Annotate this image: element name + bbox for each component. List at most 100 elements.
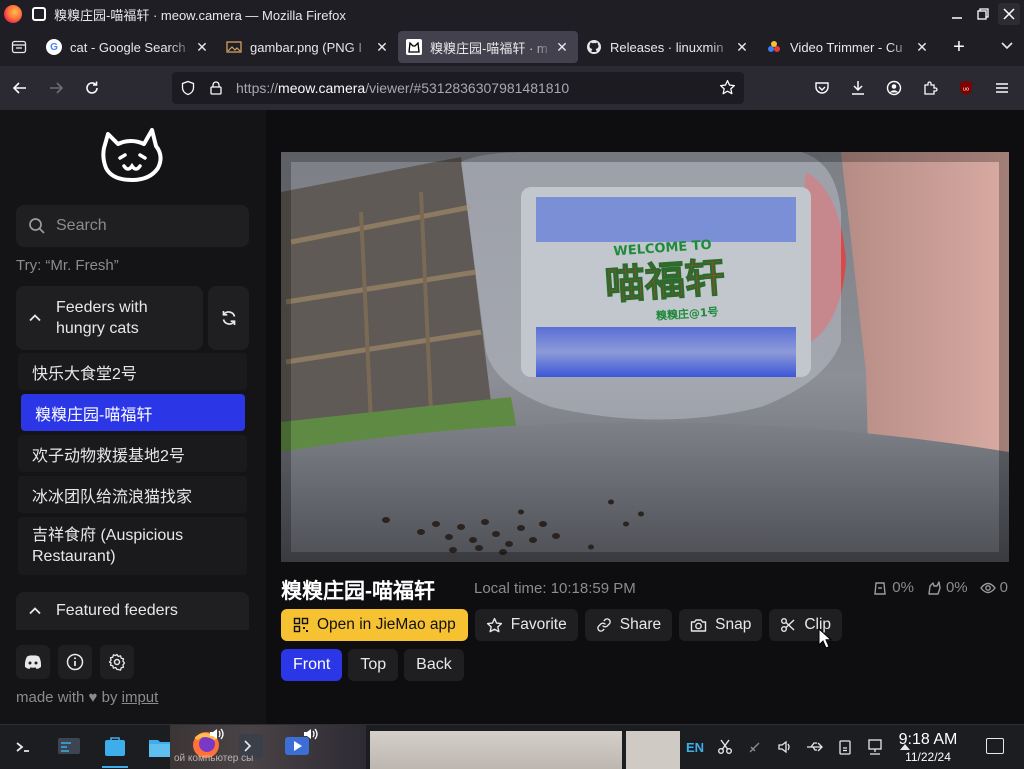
app-menu-button[interactable] — [986, 72, 1018, 104]
feeder-list: 快乐大食堂2号 糗糗庄园-喵福轩 欢子动物救援基地2号 冰冰团队给流浪猫找家 吉… — [16, 353, 249, 579]
taskbar-window-preview[interactable] — [370, 731, 622, 769]
account-button[interactable] — [878, 72, 910, 104]
scissors-icon — [781, 618, 795, 632]
featured-feeders-toggle[interactable]: Featured feeders — [16, 592, 249, 630]
view-top-button[interactable]: Top — [348, 649, 399, 681]
cat-activity-stat: 0% — [926, 579, 968, 596]
open-in-app-button[interactable]: Open in JieMao app — [281, 609, 468, 641]
viewers-value: 0 — [999, 579, 1008, 596]
minimize-button[interactable] — [946, 3, 968, 25]
open-in-app-label: Open in JieMao app — [317, 616, 456, 633]
close-window-button[interactable] — [998, 3, 1020, 25]
tab-label: cat - Google Search — [70, 39, 186, 55]
taskbar-store-app[interactable] — [92, 725, 138, 769]
app-launcher-button[interactable] — [0, 725, 46, 769]
search-input[interactable] — [56, 217, 226, 235]
list-all-tabs-button[interactable] — [1000, 38, 1014, 57]
viewers-stat: 0 — [979, 579, 1008, 596]
meow-camera-logo-icon[interactable] — [98, 124, 168, 193]
tab-close-icon[interactable]: ✕ — [374, 39, 390, 56]
tab-meow-camera[interactable]: 糗糗庄园-喵福轩 · m ✕ — [398, 31, 578, 63]
tab-label: Releases · linuxmin — [610, 39, 724, 55]
window-controls — [946, 3, 1020, 25]
action-buttons: Open in JieMao app Favorite Share Snap C… — [281, 609, 843, 641]
feeder-item[interactable]: 冰冰团队给流浪猫找家 — [18, 476, 247, 513]
sidebar-footer-icons — [16, 645, 134, 679]
page-content: Try: “Mr. Fresh” Feeders with hungry cat… — [0, 110, 1024, 724]
tab-close-icon[interactable]: ✕ — [734, 39, 750, 56]
clock[interactable]: 9:18 AM 11/22/24 — [888, 731, 968, 764]
tray-edit-icon[interactable] — [740, 739, 770, 755]
network-icon[interactable] — [860, 739, 890, 755]
view-front-button[interactable]: Front — [281, 649, 343, 681]
usb-devices-icon[interactable] — [800, 739, 830, 755]
restore-icon — [977, 8, 989, 20]
camera-video-feed[interactable]: WELCOME TO 喵福轩 糗糗庄@1号 — [281, 152, 1009, 562]
favorite-button[interactable]: Favorite — [474, 609, 578, 641]
firefox-view-button[interactable] — [0, 28, 38, 66]
extensions-button[interactable] — [914, 72, 946, 104]
volume-icon[interactable] — [770, 739, 800, 755]
search-box[interactable] — [16, 205, 249, 247]
lock-icon[interactable] — [208, 80, 224, 96]
pocket-button[interactable] — [806, 72, 838, 104]
svg-text:uo: uo — [963, 87, 969, 93]
snap-button[interactable]: Snap — [679, 609, 763, 641]
minimize-icon — [952, 17, 962, 19]
tray-scissors-icon[interactable] — [710, 739, 740, 755]
taskbar-settings-app[interactable] — [46, 725, 92, 769]
tab-close-icon[interactable]: ✕ — [914, 39, 930, 56]
hamburger-menu-icon — [996, 83, 1008, 93]
tab-releases-linuxmint[interactable]: Releases · linuxmin ✕ — [578, 31, 758, 63]
refresh-feeders-button[interactable] — [208, 286, 249, 350]
toolbar-right: uo — [802, 72, 1018, 104]
tab-video-trimmer[interactable]: Video Trimmer - Cu ✕ — [758, 31, 938, 63]
feeder-item[interactable]: 欢子动物救援基地2号 — [18, 435, 247, 472]
window-titlebar: 糗糗庄园-喵福轩 · meow.camera — Mozilla Firefox — [0, 0, 1024, 28]
show-desktop-icon[interactable] — [986, 738, 1004, 754]
taskbar-window-preview[interactable] — [626, 731, 680, 769]
share-button[interactable]: Share — [584, 609, 673, 641]
back-button[interactable] — [4, 72, 36, 104]
window-title: 糗糗庄园-喵福轩 · meow.camera — Mozilla Firefox — [54, 7, 346, 23]
arrow-right-icon — [50, 82, 64, 94]
new-tab-button[interactable]: + — [944, 36, 974, 59]
tab-close-icon[interactable]: ✕ — [194, 39, 210, 56]
url-text[interactable]: https://meow.camera/viewer/#531283630798… — [236, 80, 569, 96]
reload-button[interactable] — [76, 72, 108, 104]
feeder-item-selected[interactable]: 糗糗庄园-喵福轩 — [21, 394, 245, 431]
url-path: /viewer/#5312836307981481810 — [365, 80, 570, 96]
tab-close-icon[interactable]: ✕ — [554, 39, 570, 56]
tab-google-search[interactable]: G cat - Google Search ✕ — [38, 31, 218, 63]
view-back-button[interactable]: Back — [404, 649, 464, 681]
clipboard-icon[interactable] — [830, 739, 860, 755]
downloads-button[interactable] — [842, 72, 874, 104]
made-with-text: made with — [16, 689, 85, 706]
discord-button[interactable] — [16, 645, 50, 679]
download-icon — [852, 81, 864, 95]
taskbar-window-previews[interactable]: ой компьютер сы — [170, 725, 366, 769]
about-button[interactable] — [58, 645, 92, 679]
feeders-section-toggle[interactable]: Feeders with hungry cats — [16, 286, 203, 350]
star-icon — [719, 79, 736, 95]
share-label: Share — [619, 616, 662, 633]
maximize-button[interactable] — [972, 3, 994, 25]
feeder-item[interactable]: 吉祥食府 (Auspicious Restaurant) — [18, 517, 247, 575]
ublock-button[interactable]: uo — [950, 72, 982, 104]
url-bar[interactable]: https://meow.camera/viewer/#531283630798… — [172, 72, 744, 104]
feeder-item[interactable]: 快乐大食堂2号 — [18, 353, 247, 390]
food-level-value: 0% — [892, 579, 914, 596]
made-with-credit: made with ♥ by imput — [16, 689, 158, 706]
tab-gambar-png[interactable]: gambar.png (PNG I ✕ — [218, 31, 398, 63]
window-menu-icon[interactable] — [32, 7, 46, 21]
feeders-section-title: Feeders with hungry cats — [56, 299, 148, 337]
firefox-logo-icon[interactable] — [4, 5, 22, 23]
input-method-icon[interactable]: EN — [680, 740, 710, 755]
tab-bar: G cat - Google Search ✕ gambar.png (PNG … — [0, 28, 1024, 66]
settings-button[interactable] — [100, 645, 134, 679]
forward-button[interactable] — [40, 72, 72, 104]
bookmark-star-button[interactable] — [719, 79, 736, 101]
imput-link[interactable]: imput — [122, 689, 159, 706]
shield-icon[interactable] — [180, 80, 196, 96]
search-icon — [29, 218, 45, 234]
